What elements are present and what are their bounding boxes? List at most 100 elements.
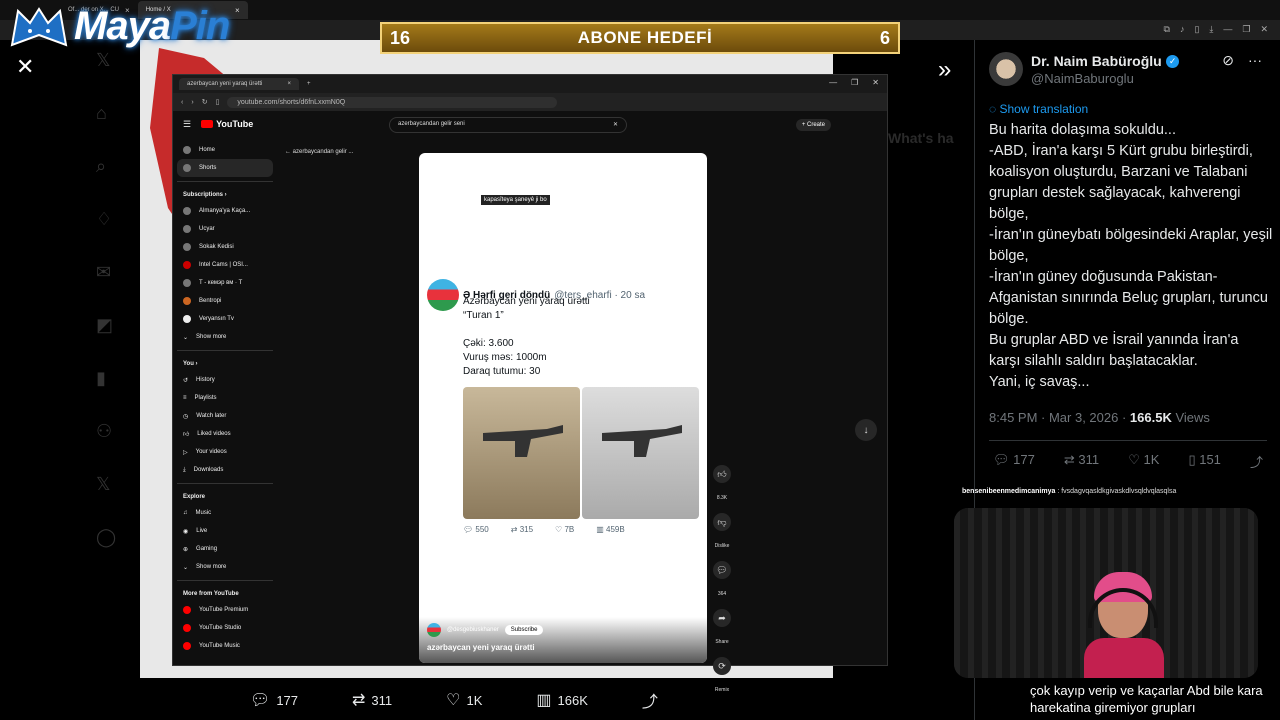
- close-media-icon[interactable]: ✕: [16, 54, 34, 80]
- sidebar-item-sub[interactable]: Intel Cams | OSI...: [177, 256, 273, 274]
- sidebar-item-sub[interactable]: Veryansın Tv: [177, 310, 273, 328]
- channel-name[interactable]: @desgebiuskhaner: [447, 627, 499, 633]
- sidebar-item-home[interactable]: Home: [177, 141, 273, 159]
- tweet-timestamp[interactable]: 8:45 PM · Mar 3, 2026 ·: [989, 410, 1130, 425]
- remix-button[interactable]: ⟳: [713, 657, 731, 675]
- sidebar-icon[interactable]: ▯: [1194, 24, 1199, 35]
- logo-part2: Pin: [170, 4, 230, 48]
- youtube-search-input[interactable]: azerbaycandan gelir seni ✕: [389, 117, 627, 133]
- close-window-icon[interactable]: ✕: [872, 78, 879, 87]
- close-tab-icon[interactable]: ×: [287, 81, 291, 87]
- sidebar-item-sub[interactable]: Sokak Kedisi: [177, 238, 273, 256]
- sidebar-item-yt-music[interactable]: YouTube Music: [177, 637, 273, 655]
- back-link[interactable]: ← azerbaycandan gelir ...: [285, 149, 353, 155]
- repost-button[interactable]: ⇄ 311: [1064, 452, 1099, 471]
- new-tab-icon[interactable]: +: [307, 81, 311, 87]
- sidebar-item-your-videos[interactable]: ▷ Your videos: [177, 443, 273, 461]
- grok-icon[interactable]: ⊘: [1222, 52, 1234, 69]
- media-icon[interactable]: ♪: [1180, 24, 1185, 35]
- sidebar-item-shorts[interactable]: Shorts: [177, 159, 273, 177]
- author-handle[interactable]: @NaimBaburoglu: [1031, 71, 1179, 86]
- minimize-icon[interactable]: —: [829, 78, 837, 87]
- more-options-icon[interactable]: ···: [1248, 52, 1262, 69]
- remix-label: Remix: [714, 687, 730, 693]
- share-button[interactable]: ⤴: [1250, 452, 1263, 471]
- sidebar-item-label: Almanya'ya Kaça...: [199, 208, 251, 214]
- sidebar-item-gaming[interactable]: ⊕ Gaming: [177, 540, 273, 558]
- like-button[interactable]: ♡ 1K: [446, 690, 482, 710]
- sidebar-item-sub[interactable]: Almanya'ya Kaça...: [177, 202, 273, 220]
- search-icon[interactable]: ⌕: [96, 156, 116, 177]
- reply-button[interactable]: 💬︎ 177: [250, 690, 298, 710]
- bookmark-icon[interactable]: ▮: [96, 368, 116, 389]
- sidebar-item-downloads[interactable]: ⤓ Downloads: [177, 461, 273, 479]
- profile-icon[interactable]: ◯: [96, 527, 116, 548]
- next-short-button[interactable]: ↓: [855, 419, 877, 441]
- sidebar-item-show-more[interactable]: ⌄ Show more: [177, 328, 273, 346]
- channel-avatar[interactable]: [427, 623, 441, 637]
- youtube-wordmark: YouTube: [216, 119, 254, 129]
- url-field[interactable]: youtube.com/shorts/d6fnLxxmN0Q: [227, 96, 558, 108]
- repost-button[interactable]: ⇄ 311: [352, 690, 392, 710]
- sidebar-item-sub[interactable]: T - кемэр вм · T: [177, 274, 273, 292]
- sidebar-item-premium[interactable]: YouTube Premium: [177, 601, 273, 619]
- shorts-icon: [183, 164, 191, 172]
- sidebar-item-live[interactable]: ◉ Live: [177, 522, 273, 540]
- create-button[interactable]: + Create: [795, 119, 831, 131]
- youtube-logo[interactable]: YouTube: [201, 119, 253, 129]
- bookmark-button[interactable]: ▯ 151: [1188, 452, 1220, 471]
- author-name[interactable]: Dr. Naim Babüroğlu: [1031, 53, 1162, 69]
- inner-tab[interactable]: azerbaycan yeni yaraq ürətti ×: [179, 78, 299, 90]
- menu-icon[interactable]: ☰: [183, 119, 191, 130]
- reload-icon[interactable]: ↻: [202, 98, 208, 106]
- minimize-icon[interactable]: —: [1223, 24, 1232, 35]
- downloads-icon[interactable]: ⤓: [1209, 24, 1213, 35]
- sidebar-item-sub[interactable]: Ucyar: [177, 220, 273, 238]
- back-icon[interactable]: ‹: [181, 99, 183, 106]
- sidebar-item-liked[interactable]: 👍︎ Liked videos: [177, 425, 273, 443]
- tweet-line: Çəki: 3.600: [463, 338, 514, 349]
- x-premium-icon[interactable]: 𝕏: [96, 474, 116, 495]
- sidebar-item-playlists[interactable]: ≡ Playlists: [177, 389, 273, 407]
- mail-icon[interactable]: ✉: [96, 262, 116, 283]
- dislike-button[interactable]: 👎︎: [713, 513, 731, 531]
- sidebar-item-music[interactable]: ♫ Music: [177, 504, 273, 522]
- channel-avatar: [183, 297, 191, 305]
- bookmark-icon[interactable]: ▯: [216, 98, 220, 106]
- like-button[interactable]: 👍︎: [713, 465, 731, 483]
- chart-icon: ▥: [536, 692, 552, 709]
- grok-icon[interactable]: ◩: [96, 315, 116, 336]
- extension-icon[interactable]: ⧉: [1164, 24, 1170, 35]
- forward-icon[interactable]: ›: [191, 99, 193, 106]
- close-window-icon[interactable]: ✕: [1260, 24, 1268, 35]
- reply-button[interactable]: 💬︎ 177: [993, 452, 1035, 471]
- sidebar-item-history[interactable]: ↺ History: [177, 371, 273, 389]
- sidebar-item-show-more[interactable]: ⌄ Show more: [177, 558, 273, 576]
- people-icon[interactable]: ⚇: [96, 421, 116, 442]
- sidebar-item-label: Sokak Kedisi: [199, 244, 234, 250]
- share-button[interactable]: ⤴: [642, 688, 664, 712]
- like-button[interactable]: ♡ 1K: [1128, 452, 1159, 471]
- views-button[interactable]: ▥ 166K: [536, 690, 588, 710]
- subscriptions-heading[interactable]: Subscriptions ›: [177, 186, 273, 202]
- avatar[interactable]: [989, 52, 1023, 86]
- x-logo-icon[interactable]: 𝕏: [96, 50, 116, 71]
- rifle-image: [582, 387, 699, 519]
- restore-icon[interactable]: ❐: [1242, 24, 1250, 35]
- channel-avatar: [183, 225, 191, 233]
- share-button[interactable]: ➦: [713, 609, 731, 627]
- home-icon[interactable]: ⌂: [96, 103, 116, 124]
- sidebar-item-watch-later[interactable]: ◷ Watch later: [177, 407, 273, 425]
- comment-button[interactable]: 💬︎: [713, 561, 731, 579]
- sidebar-item-studio[interactable]: YouTube Studio: [177, 619, 273, 637]
- restore-icon[interactable]: ❐: [851, 78, 858, 87]
- subscribe-button[interactable]: Subscribe: [504, 625, 544, 635]
- short-video[interactable]: kapasîteya şaneyê ji bo Ə Hərfi geri dön…: [419, 153, 707, 663]
- expand-icon[interactable]: »: [938, 56, 951, 84]
- clear-search-icon[interactable]: ✕: [613, 121, 618, 129]
- bell-icon[interactable]: ♢: [96, 209, 116, 230]
- close-tab-icon[interactable]: ×: [235, 6, 240, 15]
- you-heading[interactable]: You ›: [177, 355, 273, 371]
- sidebar-item-sub[interactable]: Bentropi: [177, 292, 273, 310]
- show-translation-link[interactable]: ◌ Show translation: [989, 102, 1088, 116]
